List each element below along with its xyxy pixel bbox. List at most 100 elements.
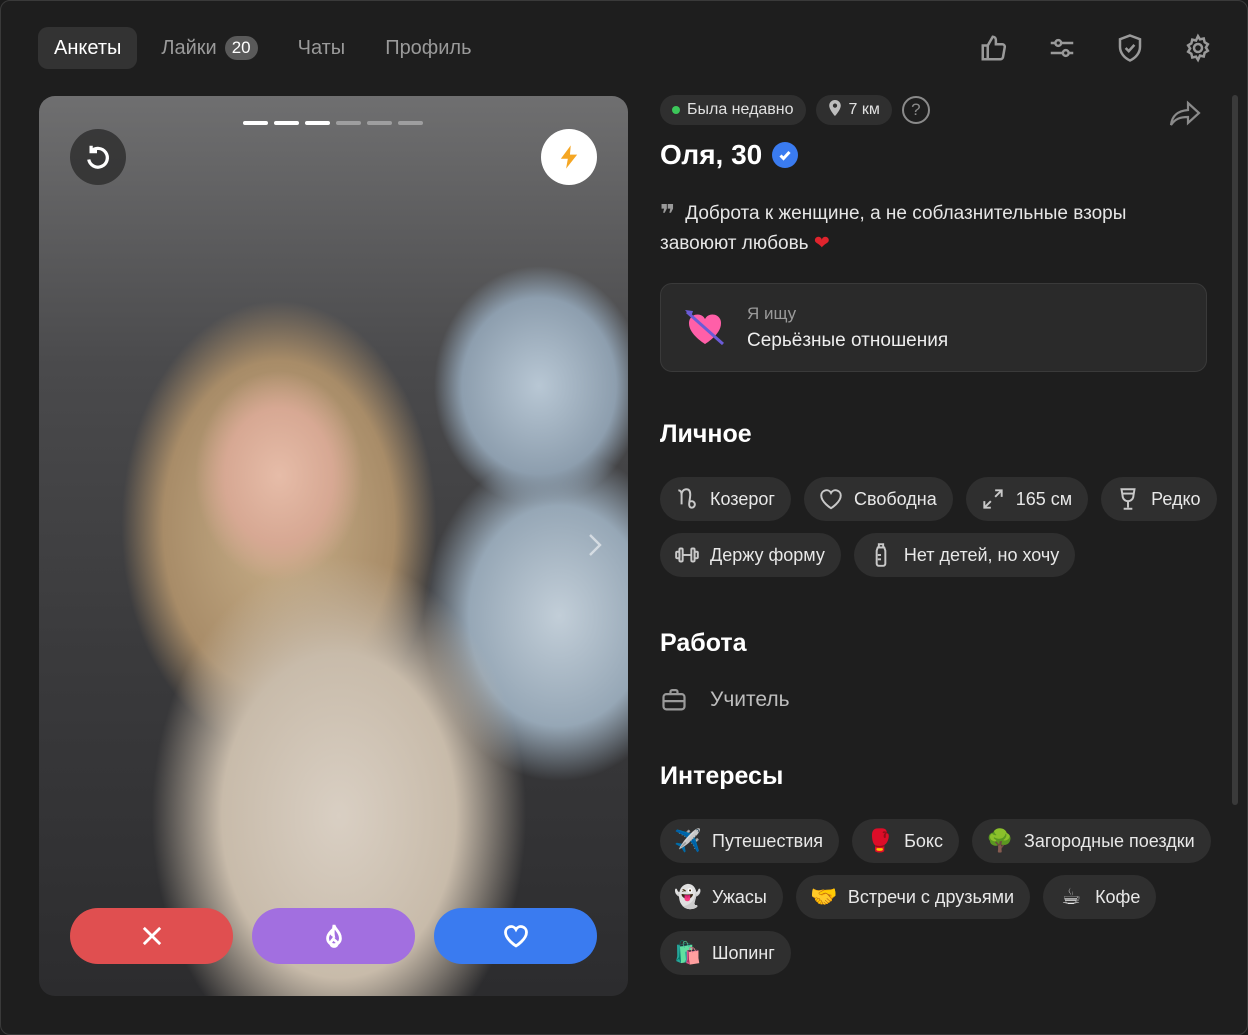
interest-chips: ✈️ Путешествия 🥊 Бокс 🌳 Загородные поездки … [660,819,1220,975]
chip-label: Нет детей, но хочу [903,544,1060,565]
dumbbell-icon [675,547,699,563]
close-icon [142,926,161,946]
verified-badge-icon [772,142,799,168]
heart-icon [820,489,842,510]
chip-label: Козерог [710,488,775,509]
top-nav: Анкеты Лайки 20 Чаты Профиль [38,27,488,69]
flame-icon [325,924,342,948]
tab-label: Профиль [385,36,472,59]
chip-interest: ☕ Кофе [1043,875,1157,919]
coffee-icon: ☕ [1061,884,1081,909]
chip-label: Свободна [853,488,937,509]
work-value: Учитель [710,688,790,711]
online-status-badge: Была недавно [660,95,806,125]
filters-icon[interactable] [1045,31,1079,65]
bio-text: Доброта к женщине, а не соблазнительные … [660,203,1127,254]
chip-interest: ✈️ Путешествия [660,819,840,863]
top-icons [977,27,1215,69]
tree-icon: 🌳 [986,828,1014,853]
settings-gear-icon[interactable] [1181,31,1215,65]
status-text: Была недавно [687,101,794,118]
briefcase-icon [662,688,686,711]
red-heart-emoji: ❤ [813,233,830,254]
name-row: Оля, 30 [660,139,1220,171]
looking-for-text: Я ищу Серьёзные отношения [747,304,948,352]
photo-dot [336,121,361,125]
capricorn-icon [678,488,696,509]
section-title-work: Работа [660,629,747,657]
tab-label: Анкеты [54,36,122,59]
lightning-icon [560,145,578,169]
chip-label: Шопинг [712,942,775,963]
profile-bio: ❞ Доброта к женщине, а не соблазнительные… [660,199,1200,258]
chip-alcohol: Редко [1101,477,1217,521]
tab-label: Лайки [161,36,217,59]
chip-label: Держу форму [710,544,825,565]
tab-label: Чаты [297,36,346,59]
tab-chats[interactable]: Чаты [282,27,362,69]
photo-dot [367,121,392,125]
thumbs-up-icon[interactable] [977,31,1011,65]
undo-icon [87,145,109,169]
online-dot-icon [672,106,680,114]
chip-interest: 🛍️ Шопинг [660,931,791,975]
photo-dot [305,121,330,125]
looking-for-label: Я ищу [747,303,797,323]
looking-for-value: Серьёзные отношения [747,329,949,351]
profile-info: Была недавно 7 км ? Оля, 30 ❞ Доброта к ж… [660,95,1220,975]
photo-dot [243,121,268,125]
distance-text: 7 км [848,101,880,118]
chip-label: Путешествия [712,830,824,851]
help-icon[interactable]: ? [901,96,930,124]
tab-likes[interactable]: Лайки 20 [145,27,273,69]
ghost-icon: 👻 [674,884,702,909]
chip-relationship: Свободна [803,477,953,521]
app-window: Анкеты Лайки 20 Чаты Профиль Была недавн… [0,0,1248,1035]
heart-icon [503,925,528,948]
chip-label: Кофе [1095,886,1141,907]
likes-count-badge: 20 [224,36,258,60]
chip-interest: 🌳 Загородные поездки [971,819,1211,863]
share-arrow-icon [1169,100,1201,126]
swipe-actions [70,908,597,964]
chip-children: Нет детей, но хочу [853,533,1076,577]
chip-interest: 🤝 Встречи с друзьями [795,875,1031,919]
shield-check-icon[interactable] [1113,31,1147,65]
chip-label: Ужасы [712,886,767,907]
next-photo-arrow[interactable] [582,531,606,559]
wine-glass-icon [1120,488,1136,510]
scrollbar[interactable] [1232,95,1238,805]
like-button[interactable] [434,908,597,964]
airplane-icon: ✈️ [674,828,702,853]
location-pin-icon [828,99,842,121]
baby-bottle-icon [875,543,887,567]
chip-sport: Держу форму [660,533,841,577]
chip-zodiac: Козерог [660,477,791,521]
distance-badge: 7 км [815,95,892,125]
chip-label: Загородные поездки [1023,830,1195,851]
share-button[interactable] [1168,99,1204,129]
work-row: Учитель [660,686,1220,714]
superlike-button[interactable] [252,908,415,964]
chip-label: 165 см [1015,488,1073,509]
handshake-icon: 🤝 [810,884,838,909]
height-arrows-icon [983,489,1003,509]
personal-chips: Козерог Свободна 165 см Редко Держу форм… [660,477,1220,577]
chip-label: Бокс [904,830,943,851]
tab-profile[interactable]: Профиль [369,27,487,69]
looking-for-card: Я ищу Серьёзные отношения [660,283,1207,372]
tab-profiles[interactable]: Анкеты [38,27,138,69]
section-title-personal: Личное [660,420,752,448]
profile-photo[interactable] [39,96,628,996]
chip-label: Встречи с друзьями [847,886,1015,907]
chip-interest: 🥊 Бокс [852,819,959,863]
chip-height: 165 см [965,477,1089,521]
undo-button[interactable] [70,129,126,185]
chevron-right-icon [589,534,602,556]
section-title-interests: Интересы [660,762,784,790]
boost-button[interactable] [541,129,597,185]
chip-label: Редко [1151,488,1201,509]
dislike-button[interactable] [70,908,233,964]
profile-name: Оля, 30 [660,139,763,170]
photo-dot [398,121,423,125]
